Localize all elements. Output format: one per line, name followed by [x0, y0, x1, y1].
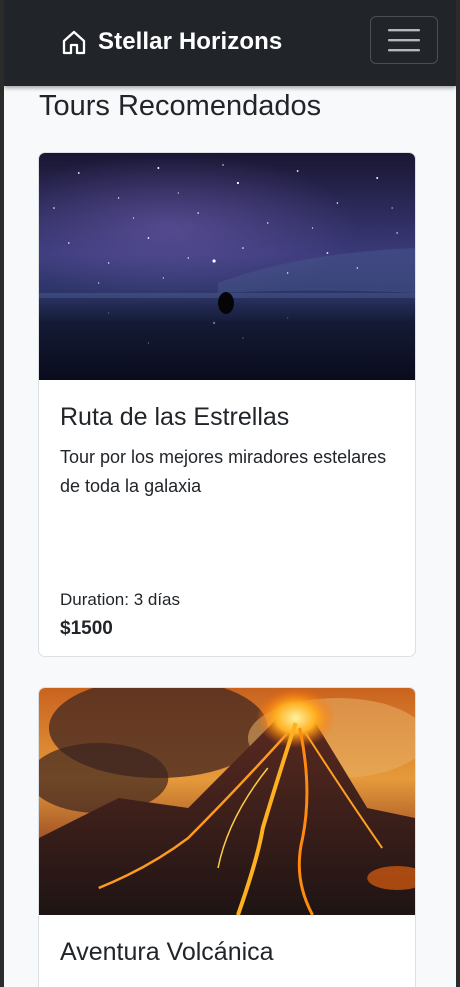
- brand-link[interactable]: Stellar Horizons: [60, 26, 282, 58]
- tour-description: Tour por los mejores miradores estelares…: [60, 447, 387, 496]
- section-title: Tours Recomendados: [39, 90, 322, 122]
- tour-price: $1500: [60, 618, 113, 639]
- menu-toggle-button[interactable]: [370, 16, 438, 64]
- tour-card[interactable]: Aventura Volcánica: [38, 687, 416, 987]
- tour-title: Aventura Volcánica: [60, 938, 274, 966]
- starry-sky-salt-flat-image: [39, 153, 415, 380]
- tour-card-body: Ruta de las Estrellas Tour por los mejor…: [39, 380, 415, 639]
- brand-name[interactable]: Stellar Horizons: [98, 28, 282, 56]
- tour-card[interactable]: Ruta de las Estrellas Tour por los mejor…: [38, 152, 416, 657]
- hamburger-menu-icon: [388, 29, 420, 52]
- tour-duration: Duration: 3 días: [60, 590, 181, 609]
- erupting-volcano-image: [39, 688, 415, 915]
- tour-card-body: Aventura Volcánica: [39, 915, 415, 968]
- app-viewport: Stellar Horizons Tours Recomendados Ruta…: [4, 0, 456, 987]
- house-icon: [62, 30, 86, 55]
- top-navbar: Stellar Horizons: [4, 0, 456, 86]
- tour-title: Ruta de las Estrellas: [60, 403, 290, 431]
